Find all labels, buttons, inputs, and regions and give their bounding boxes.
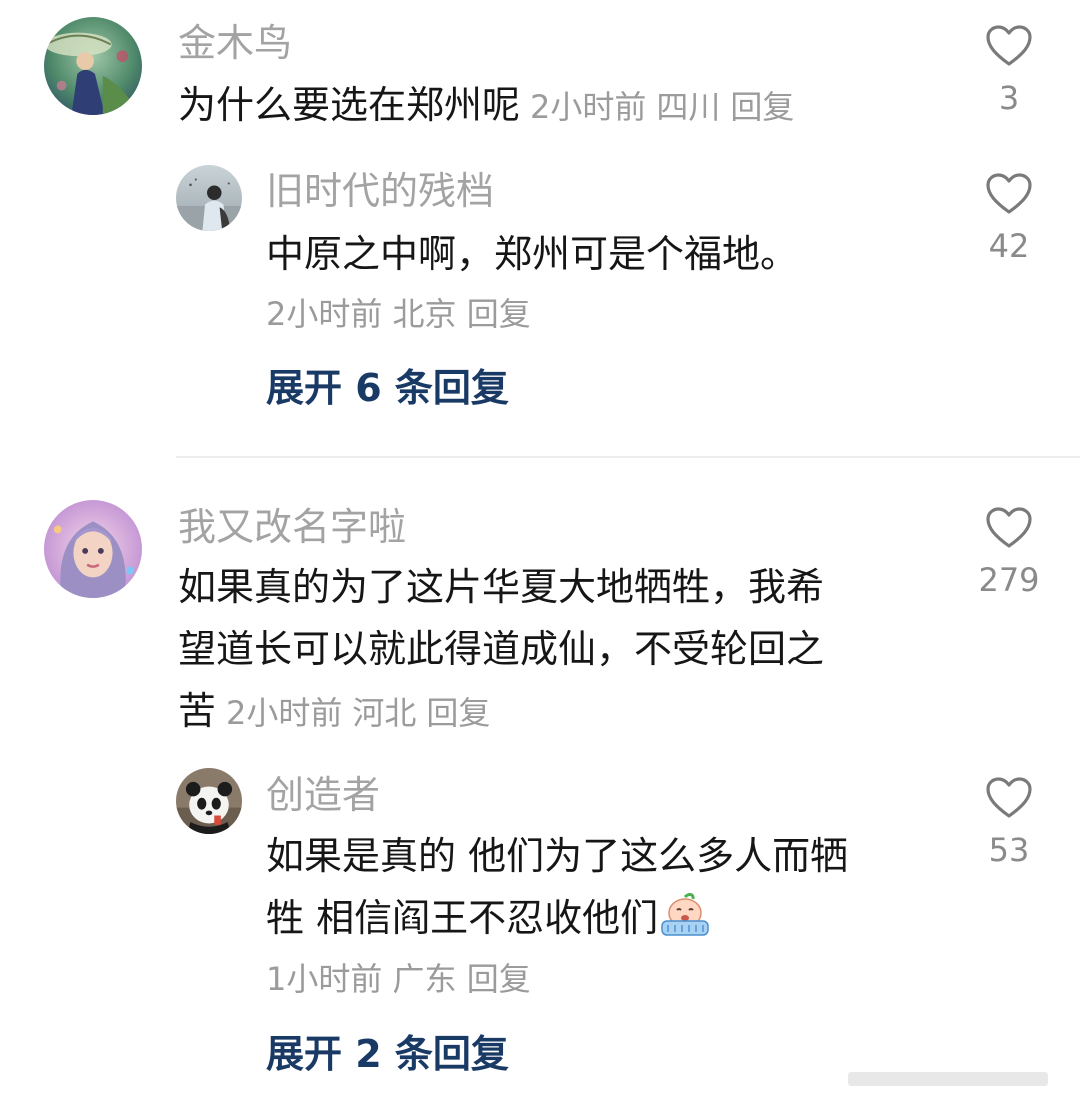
avatar-image xyxy=(44,500,142,598)
heart-icon xyxy=(986,173,1032,214)
comment-body-line: 苦 2小时前 河北 回复 xyxy=(178,680,948,744)
comment-location: 四川 xyxy=(656,88,721,126)
reply-username[interactable]: 创造者 xyxy=(266,771,380,819)
avatar-image xyxy=(176,768,242,834)
heart-icon xyxy=(986,507,1032,548)
like-count: 3 xyxy=(998,79,1020,117)
reply-text: 如果是真的 他们为了这么多人而牺 牲 相信阎王不忍收他们 xyxy=(266,825,956,949)
expand-replies-button[interactable]: 展开 6 条回复 xyxy=(266,364,509,412)
reply-time: 1小时前 xyxy=(266,960,383,998)
avatar-image xyxy=(176,165,242,231)
reply-button[interactable]: 回复 xyxy=(426,694,490,732)
like-count: 42 xyxy=(988,227,1030,265)
reply-location: 广东 xyxy=(392,960,457,998)
comment-body-line: 如果真的为了这片华夏大地牺牲，我希 xyxy=(178,565,825,609)
avatar[interactable] xyxy=(44,17,142,115)
reply-button[interactable]: 回复 xyxy=(730,88,794,126)
comment-body-line: 望道长可以就此得道成仙，不受轮回之 xyxy=(178,627,825,671)
reply-body: 中原之中啊，郑州可是个福地。 xyxy=(266,232,799,276)
avatar-image xyxy=(44,17,142,115)
reply-body-line: 牲 相信阎王不忍收他们 xyxy=(266,887,956,949)
like-count: 53 xyxy=(988,831,1030,869)
reply-time: 2小时前 xyxy=(266,295,383,333)
comment-username[interactable]: 我又改名字啦 xyxy=(178,503,406,551)
comment-text: 为什么要选在郑州呢 2小时前 四川 回复 xyxy=(178,74,938,138)
comment-body: 为什么要选在郑州呢 xyxy=(178,83,521,127)
like-count: 279 xyxy=(978,561,1040,599)
comment-time: 2小时前 xyxy=(530,88,647,126)
comment-divider xyxy=(176,456,1080,458)
comment-username[interactable]: 金木鸟 xyxy=(178,19,292,67)
like-button[interactable]: 42 xyxy=(964,172,1054,266)
like-button[interactable]: 279 xyxy=(964,506,1054,600)
comment-body-line-end: 苦 xyxy=(178,689,217,733)
comment-time: 2小时前 xyxy=(226,694,343,732)
heart-icon xyxy=(986,25,1032,66)
reply-button[interactable]: 回复 xyxy=(467,295,531,333)
comment-meta: 2小时前 河北 回复 xyxy=(226,694,490,732)
heart-icon xyxy=(986,777,1032,818)
like-button[interactable]: 3 xyxy=(964,24,1054,118)
comment-text: 如果真的为了这片华夏大地牺牲，我希 望道长可以就此得道成仙，不受轮回之 苦 2小时… xyxy=(178,556,948,744)
like-button[interactable]: 53 xyxy=(964,776,1054,870)
watermark-icon xyxy=(848,1072,1048,1086)
reply-body-line: 如果是真的 他们为了这么多人而牺 xyxy=(266,834,849,878)
expand-replies-button[interactable]: 展开 2 条回复 xyxy=(266,1030,509,1078)
reply-meta: 2小时前 北京 回复 xyxy=(266,292,531,336)
reply-body-line-end: 牲 相信阎王不忍收他们 xyxy=(266,896,659,940)
reply-location: 北京 xyxy=(392,295,457,333)
crying-face-emoji-icon xyxy=(661,893,709,936)
avatar[interactable] xyxy=(44,500,142,598)
comment-location: 河北 xyxy=(352,694,417,732)
avatar[interactable] xyxy=(176,165,242,231)
reply-username[interactable]: 旧时代的残档 xyxy=(266,167,494,215)
avatar[interactable] xyxy=(176,768,242,834)
comment-meta: 2小时前 四川 回复 xyxy=(530,88,794,126)
reply-meta: 1小时前 广东 回复 xyxy=(266,957,531,1001)
reply-button[interactable]: 回复 xyxy=(467,960,531,998)
